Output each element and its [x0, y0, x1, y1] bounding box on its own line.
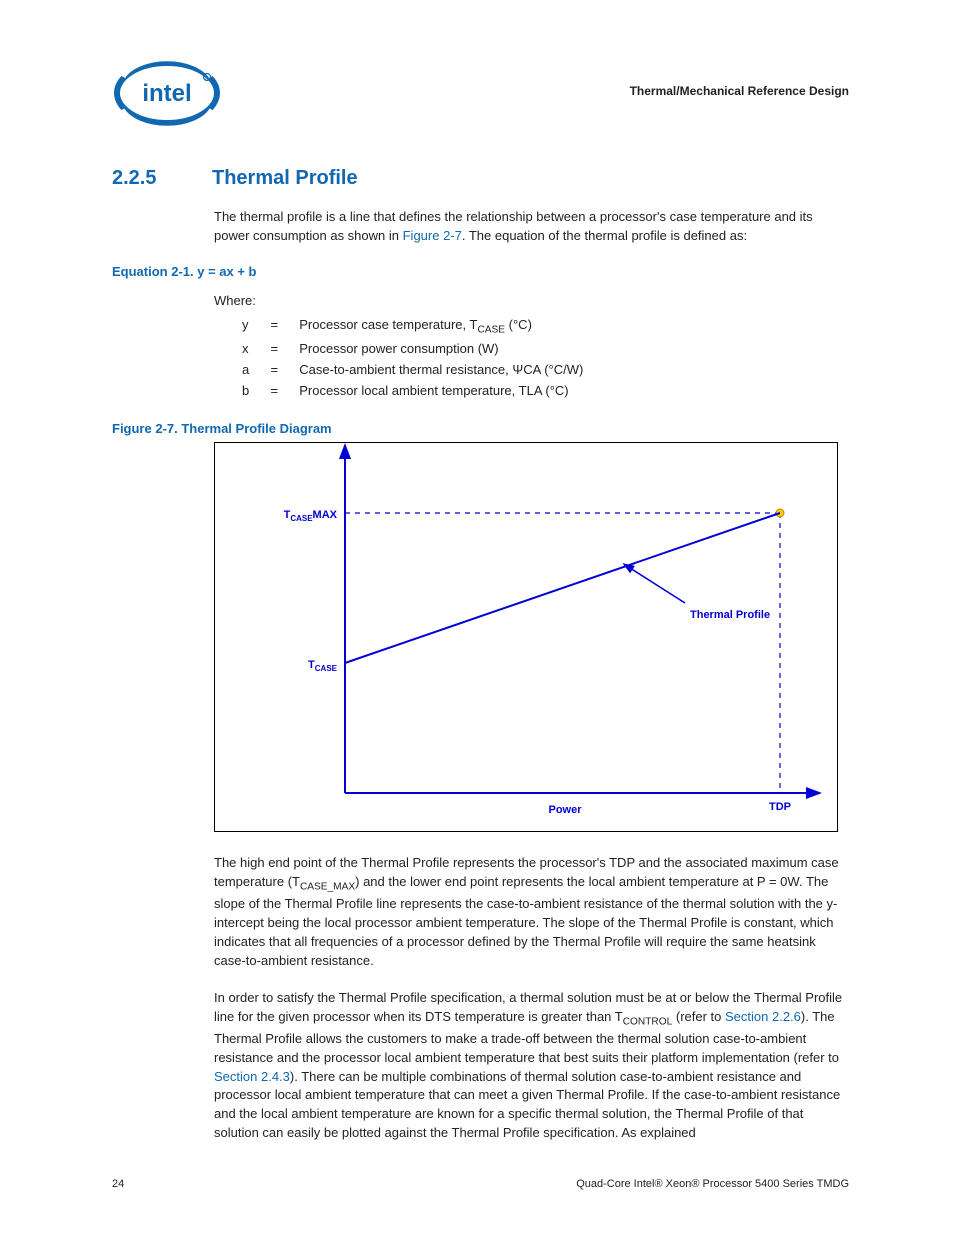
- paragraph-2: The high end point of the Thermal Profil…: [214, 854, 849, 971]
- svg-text:Thermal Profile: Thermal Profile: [690, 609, 770, 621]
- table-row: b = Processor local ambient temperature,…: [242, 380, 593, 401]
- header-section-title: Thermal/Mechanical Reference Design: [630, 84, 849, 98]
- page: intel R Thermal/Mechanical Reference Des…: [0, 0, 954, 1235]
- equation-label: Equation 2-1. y = ax + b: [112, 264, 849, 279]
- intro-text-post: . The equation of the thermal profile is…: [462, 228, 747, 243]
- equals-sign: =: [259, 359, 299, 380]
- figure-2-7-link[interactable]: Figure 2-7: [403, 228, 462, 243]
- svg-text:intel: intel: [142, 80, 191, 107]
- equals-sign: =: [259, 380, 299, 401]
- equals-sign: =: [259, 338, 299, 359]
- page-header: intel R Thermal/Mechanical Reference Des…: [112, 55, 849, 127]
- svg-text:TCASE: TCASE: [308, 659, 338, 673]
- section-2-4-3-link[interactable]: Section 2.4.3: [214, 1069, 290, 1084]
- page-number: 24: [112, 1178, 124, 1190]
- intro-paragraph: The thermal profile is a line that defin…: [214, 208, 849, 246]
- var-symbol: b: [242, 380, 259, 401]
- svg-text:R: R: [205, 76, 209, 82]
- var-symbol: y: [242, 314, 259, 339]
- svg-text:TCASEMAX: TCASEMAX: [284, 509, 338, 523]
- page-footer: 24 Quad-Core Intel® Xeon® Processor 5400…: [112, 1178, 849, 1190]
- section-heading: 2.2.5 Thermal Profile: [112, 167, 849, 190]
- var-desc: Processor case temperature, TCASE (°C): [299, 314, 593, 339]
- var-symbol: x: [242, 338, 259, 359]
- table-row: a = Case-to-ambient thermal resistance, …: [242, 359, 593, 380]
- var-desc: Case-to-ambient thermal resistance, ΨCA …: [299, 359, 593, 380]
- var-symbol: a: [242, 359, 259, 380]
- paragraph-3: In order to satisfy the Thermal Profile …: [214, 989, 849, 1143]
- svg-text:TDP: TDP: [769, 801, 791, 813]
- figure-label: Figure 2-7. Thermal Profile Diagram: [112, 421, 849, 436]
- table-row: y = Processor case temperature, TCASE (°…: [242, 314, 593, 339]
- svg-text:Power: Power: [548, 804, 582, 816]
- table-row: x = Processor power consumption (W): [242, 338, 593, 359]
- intel-logo: intel R: [112, 55, 222, 127]
- section-2-2-6-link[interactable]: Section 2.2.6: [725, 1009, 801, 1024]
- figure-box: TCASEMAX TCASE Thermal Profile TDP Power: [214, 442, 838, 832]
- thermal-profile-chart: TCASEMAX TCASE Thermal Profile TDP Power: [215, 443, 837, 831]
- where-label: Where:: [214, 293, 849, 308]
- var-desc: Processor power consumption (W): [299, 338, 593, 359]
- variable-table: y = Processor case temperature, TCASE (°…: [242, 314, 593, 402]
- footer-doc-title: Quad-Core Intel® Xeon® Processor 5400 Se…: [576, 1178, 849, 1190]
- var-desc: Processor local ambient temperature, TLA…: [299, 380, 593, 401]
- section-number: 2.2.5: [112, 167, 186, 190]
- equals-sign: =: [259, 314, 299, 339]
- section-title: Thermal Profile: [212, 167, 358, 190]
